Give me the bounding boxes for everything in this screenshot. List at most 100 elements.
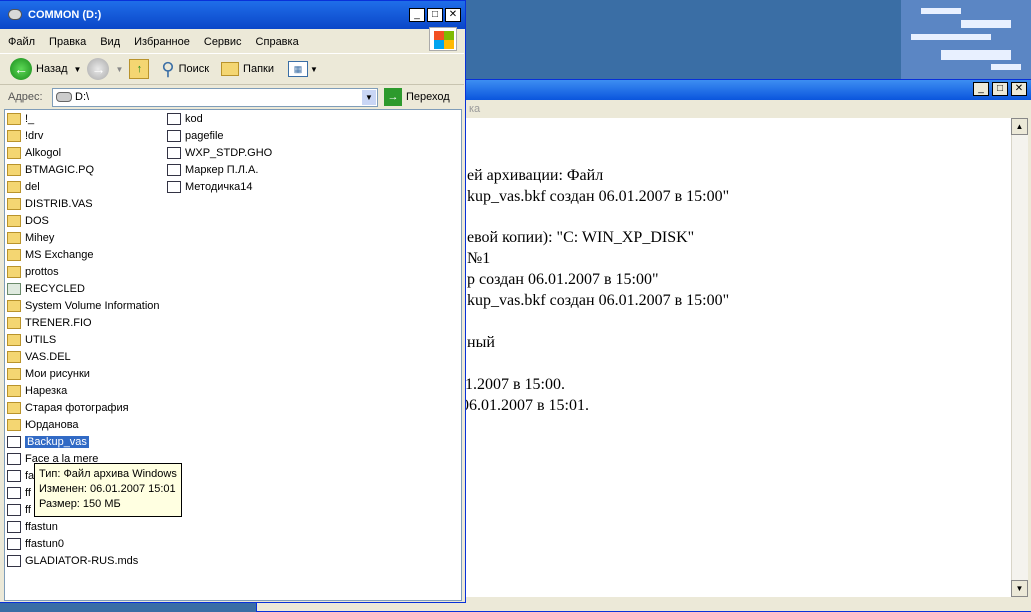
list-item[interactable]: Юрданова	[7, 417, 79, 433]
list-item[interactable]: Старая фотография	[7, 400, 129, 416]
scroll-up-button[interactable]: ▲	[1011, 118, 1028, 135]
menu-view[interactable]: Вид	[100, 36, 120, 48]
list-item[interactable]: VAS.DEL	[7, 349, 71, 365]
menu-help[interactable]: Справка	[256, 36, 299, 48]
item-label: MS Exchange	[25, 249, 94, 261]
tooltip-modified: Изменен: 06.01.2007 15:01	[39, 483, 176, 495]
item-label: kod	[185, 113, 203, 125]
list-item[interactable]: System Volume Information	[7, 298, 160, 314]
menu-edit[interactable]: Правка	[49, 36, 86, 48]
list-item[interactable]: DOS	[7, 213, 49, 229]
folders-button[interactable]: Папки	[221, 62, 274, 76]
list-item[interactable]: ffastun0	[7, 536, 64, 552]
explorer-window[interactable]: COMMON (D:) _ □ ✕ Файл Правка Вид Избран…	[0, 0, 466, 603]
item-label: ffastun0	[25, 538, 64, 550]
list-item[interactable]: Мои рисунки	[7, 366, 90, 382]
list-item[interactable]: prottos	[7, 264, 59, 280]
chevron-down-icon[interactable]: ▼	[115, 65, 123, 74]
folder-icon	[7, 181, 21, 193]
folders-label: Папки	[243, 63, 274, 75]
list-item[interactable]: pagefile	[167, 128, 224, 144]
chevron-down-icon[interactable]: ▼	[310, 65, 318, 74]
forward-button[interactable]: → ▼	[87, 58, 123, 80]
list-item[interactable]: TRENER.FIO	[7, 315, 92, 331]
folder-icon	[7, 164, 21, 176]
folder-icon	[7, 147, 21, 159]
folder-icon	[7, 266, 21, 278]
back-label: Назад	[36, 63, 68, 75]
up-folder-button[interactable]: ↑	[129, 59, 150, 79]
views-button[interactable]: ▦ ▼	[287, 61, 318, 77]
file-icon	[167, 113, 181, 125]
search-button[interactable]: ⚲ Поиск	[161, 59, 209, 80]
item-label: WXP_STDP.GHO	[185, 147, 273, 159]
item-label: Нарезка	[25, 385, 68, 397]
address-label: Адрес:	[8, 91, 43, 103]
list-item[interactable]: DISTRIB.VAS	[7, 196, 93, 212]
go-button[interactable]: → Переход	[384, 88, 450, 106]
tooltip-type: Тип: Файл архива Windows	[39, 468, 177, 480]
list-item[interactable]: GLADIATOR-RUS.mds	[7, 553, 138, 569]
toolbar: ← Назад ▼ → ▼ ↑ ⚲ Поиск Папки ▦ ▼	[0, 53, 464, 85]
search-label: Поиск	[178, 63, 210, 75]
minimize-button[interactable]: _	[973, 82, 989, 96]
scroll-down-button[interactable]: ▼	[1011, 580, 1028, 597]
file-tooltip: Тип: Файл архива Windows Изменен: 06.01.…	[34, 463, 182, 517]
doc-line: kup_vas.bkf создан 06.01.2007 в 15:00"	[467, 292, 730, 309]
chevron-down-icon[interactable]: ▼	[362, 90, 376, 105]
list-item[interactable]: Нарезка	[7, 383, 67, 399]
folder-icon	[7, 113, 21, 125]
item-label: UTILS	[25, 334, 57, 346]
list-item[interactable]: BTMAGIC.PQ	[7, 162, 94, 178]
list-item[interactable]: Alkogol	[7, 145, 61, 161]
list-item[interactable]: RECYCLED	[7, 281, 85, 297]
list-item[interactable]: kod	[167, 111, 203, 127]
address-value: D:\	[75, 91, 90, 103]
list-item[interactable]: ffastun	[7, 519, 58, 535]
close-button[interactable]: ✕	[1011, 82, 1027, 96]
folders-icon	[221, 62, 240, 76]
item-label: VAS.DEL	[25, 351, 71, 363]
file-icon	[7, 470, 21, 482]
list-item[interactable]: !_	[7, 111, 34, 127]
chevron-down-icon[interactable]: ▼	[74, 65, 82, 74]
menu-tools[interactable]: Сервис	[204, 36, 242, 48]
list-item[interactable]: WXP_STDP.GHO	[167, 145, 272, 161]
search-icon: ⚲	[161, 58, 175, 79]
item-label: pagefile	[185, 130, 224, 142]
list-item[interactable]: Методичка14	[167, 179, 253, 195]
explorer-titlebar[interactable]: COMMON (D:) _ □ ✕	[0, 1, 465, 29]
go-label: Переход	[406, 91, 450, 103]
item-label: DOS	[25, 215, 49, 227]
maximize-button[interactable]: □	[427, 8, 443, 22]
item-label: Старая фотография	[25, 402, 129, 414]
minimize-button[interactable]: _	[409, 8, 425, 22]
list-item[interactable]: ff	[7, 485, 31, 501]
list-item[interactable]: del	[7, 179, 40, 195]
back-button[interactable]: ← Назад ▼	[10, 58, 81, 80]
list-item[interactable]: fa	[7, 468, 34, 484]
list-item[interactable]: Маркер П.Л.А.	[167, 162, 258, 178]
document-scrollbar[interactable]: ▲ ▼	[1011, 118, 1028, 597]
back-arrow-icon: ←	[10, 58, 32, 80]
backup-file-icon	[7, 436, 21, 448]
menu-file[interactable]: Файл	[8, 36, 35, 48]
doc-line: .1.2007 в 15:00.	[461, 376, 565, 393]
list-item[interactable]: ff	[7, 502, 31, 518]
close-button[interactable]: ✕	[445, 8, 461, 22]
folder-icon	[7, 402, 21, 414]
menu-favorites[interactable]: Избранное	[134, 36, 190, 48]
up-folder-icon: ↑	[129, 59, 150, 79]
list-item[interactable]: Mihey	[7, 230, 54, 246]
doc-line: евой копии): "C: WIN_XP_DISK"	[467, 229, 695, 246]
list-item[interactable]: !drv	[7, 128, 43, 144]
maximize-button[interactable]: □	[992, 82, 1008, 96]
item-label: DISTRIB.VAS	[25, 198, 93, 210]
list-item[interactable]: Backup_vas	[7, 434, 90, 450]
file-list[interactable]: !_ !drv Alkogol BTMAGIC.PQ del DISTRIB.VAS DOS…	[4, 109, 462, 601]
item-label: TRENER.FIO	[25, 317, 92, 329]
address-input[interactable]: D:\ ▼	[52, 88, 378, 107]
list-item[interactable]: UTILS	[7, 332, 56, 348]
file-icon	[7, 504, 21, 516]
list-item[interactable]: MS Exchange	[7, 247, 93, 263]
